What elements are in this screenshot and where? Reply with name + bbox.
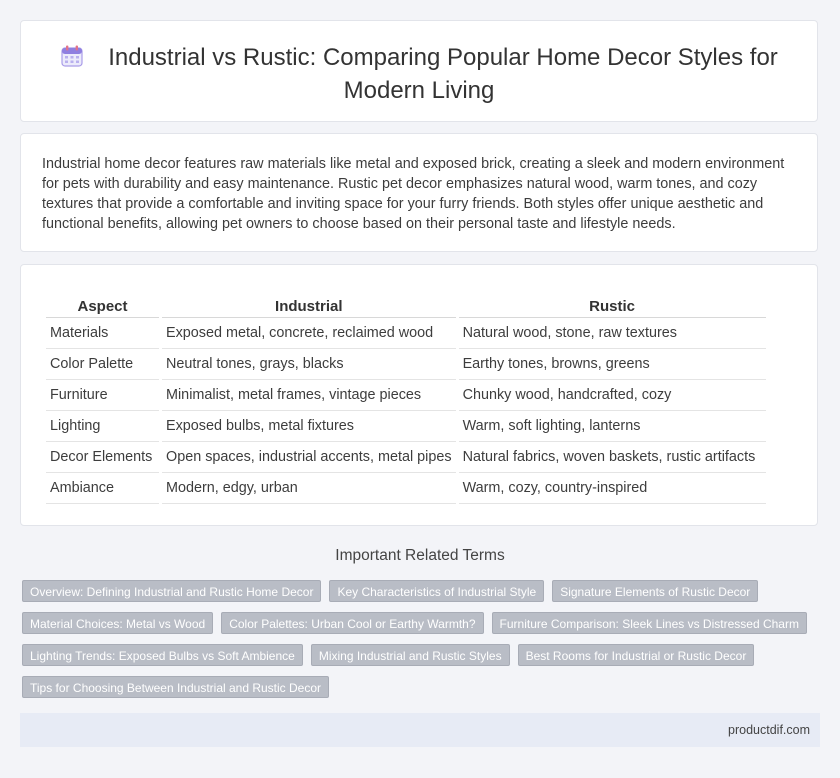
cell-rustic: Natural fabrics, woven baskets, rustic a…	[458, 442, 766, 473]
cell-rustic: Natural wood, stone, raw textures	[458, 318, 766, 349]
intro-paragraph: Industrial home decor features raw mater…	[42, 156, 785, 232]
cell-rustic: Earthy tones, browns, greens	[458, 349, 766, 380]
related-terms-list: Overview: Defining Industrial and Rustic…	[22, 580, 812, 698]
cell-aspect: Lighting	[46, 411, 159, 442]
related-term-tag[interactable]: Signature Elements of Rustic Decor	[552, 580, 759, 602]
table-row: Ambiance Modern, edgy, urban Warm, cozy,…	[46, 473, 766, 504]
table-row: Lighting Exposed bulbs, metal fixtures W…	[46, 411, 766, 442]
comparison-table: Aspect Industrial Rustic Materials Expos…	[43, 295, 769, 504]
table-row: Materials Exposed metal, concrete, recla…	[46, 318, 766, 349]
related-term-tag[interactable]: Material Choices: Metal vs Wood	[22, 612, 214, 634]
cell-industrial: Minimalist, metal frames, vintage pieces	[162, 380, 456, 411]
cell-industrial: Modern, edgy, urban	[162, 473, 456, 504]
page-title: Industrial vs Rustic: Comparing Popular …	[21, 43, 817, 106]
cell-aspect: Color Palette	[46, 349, 159, 380]
table-row: Color Palette Neutral tones, grays, blac…	[46, 349, 766, 380]
related-term-tag[interactable]: Mixing Industrial and Rustic Styles	[310, 644, 510, 666]
related-terms-heading: Important Related Terms	[335, 547, 505, 564]
table-row: Furniture Minimalist, metal frames, vint…	[46, 380, 766, 411]
header-industrial: Industrial	[162, 295, 456, 318]
related-term-tag[interactable]: Tips for Choosing Between Industrial and…	[22, 676, 330, 698]
related-term-tag[interactable]: Lighting Trends: Exposed Bulbs vs Soft A…	[22, 644, 303, 666]
cell-industrial: Open spaces, industrial accents, metal p…	[162, 442, 456, 473]
cell-industrial: Neutral tones, grays, blacks	[162, 349, 456, 380]
footer: productdif.com	[20, 713, 820, 747]
table-row: Decor Elements Open spaces, industrial a…	[46, 442, 766, 473]
related-term-tag[interactable]: Key Characteristics of Industrial Style	[329, 580, 545, 602]
title-line-2: Modern Living	[343, 77, 495, 104]
footer-site-link[interactable]: productdif.com	[728, 723, 810, 737]
header-rustic: Rustic	[458, 295, 766, 318]
title-card: Industrial vs Rustic: Comparing Popular …	[20, 20, 818, 122]
header-aspect: Aspect	[46, 295, 159, 318]
calendar-icon	[60, 44, 84, 76]
related-term-tag[interactable]: Color Palettes: Urban Cool or Earthy War…	[221, 612, 484, 634]
cell-aspect: Furniture	[46, 380, 159, 411]
cell-industrial: Exposed metal, concrete, reclaimed wood	[162, 318, 456, 349]
cell-rustic: Chunky wood, handcrafted, cozy	[458, 380, 766, 411]
cell-industrial: Exposed bulbs, metal fixtures	[162, 411, 456, 442]
cell-aspect: Materials	[46, 318, 159, 349]
related-term-tag[interactable]: Overview: Defining Industrial and Rustic…	[22, 580, 322, 602]
cell-rustic: Warm, soft lighting, lanterns	[458, 411, 766, 442]
related-term-tag[interactable]: Best Rooms for Industrial or Rustic Deco…	[517, 644, 755, 666]
table-header-row: Aspect Industrial Rustic	[46, 295, 766, 318]
cell-aspect: Ambiance	[46, 473, 159, 504]
title-line-1: Industrial vs Rustic: Comparing Popular …	[108, 44, 778, 71]
cell-aspect: Decor Elements	[46, 442, 159, 473]
comparison-card: Aspect Industrial Rustic Materials Expos…	[20, 264, 818, 526]
related-term-tag[interactable]: Furniture Comparison: Sleek Lines vs Dis…	[491, 612, 807, 634]
intro-card: Industrial home decor features raw mater…	[20, 133, 818, 252]
cell-rustic: Warm, cozy, country-inspired	[458, 473, 766, 504]
